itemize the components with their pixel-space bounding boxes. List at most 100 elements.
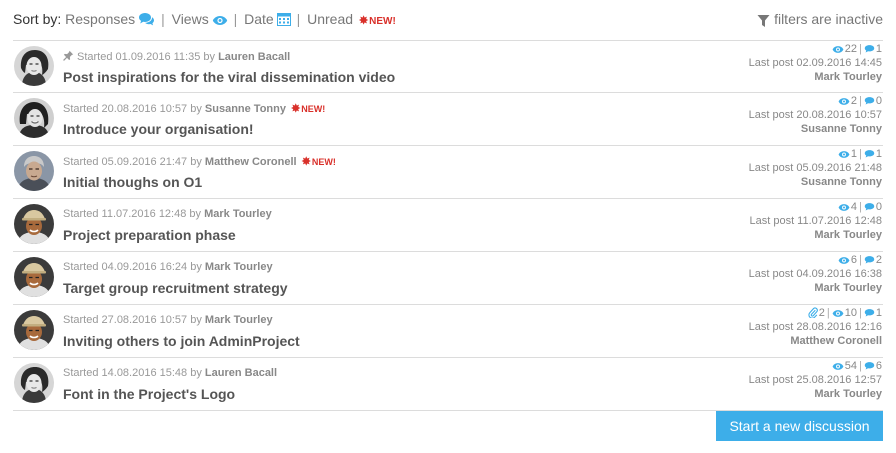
thread-list: Started 01.09.2016 11:35 by Lauren Bacal…: [13, 40, 883, 411]
stats-separator: |: [859, 201, 862, 213]
thread-author[interactable]: Lauren Bacall: [218, 51, 290, 63]
thread-stats: 54 | 6: [749, 359, 882, 373]
reply-count: 1: [875, 43, 882, 55]
sort-date-label: Date: [244, 11, 274, 27]
last-post-date: Last post 28.08.2016 12:16: [748, 321, 882, 333]
stats-separator: |: [859, 43, 862, 55]
view-count: 6: [850, 254, 858, 266]
new-badge-text: NEW!: [369, 16, 396, 27]
comment-icon: [864, 148, 876, 160]
thread-author[interactable]: Susanne Tonny: [205, 103, 286, 115]
view-count: 2: [850, 95, 858, 107]
view-count: 1: [850, 148, 858, 160]
thread-row[interactable]: Started 04.09.2016 16:24 by Mark Tourley…: [13, 252, 883, 305]
avatar[interactable]: [14, 204, 54, 244]
stats-separator: |: [859, 95, 862, 107]
stats-separator: |: [859, 148, 862, 160]
started-text: Started 27.08.2016 10:57 by: [63, 314, 202, 326]
started-text: Started 01.09.2016 11:35 by: [77, 51, 216, 63]
reply-count: 1: [875, 148, 882, 160]
avatar[interactable]: [14, 46, 54, 86]
sort-separator: |: [233, 11, 238, 27]
sort-separator: |: [296, 11, 301, 27]
thread-activity: 54 | 6 Last post 25.08.2016 12:57 Mark Tourl…: [749, 359, 882, 401]
start-new-discussion-button[interactable]: Start a new discussion: [716, 411, 883, 441]
thread-activity: 2 | 0 Last post 20.08.2016 10:57 Susanne Ton…: [749, 94, 882, 136]
last-post-date: Last post 04.09.2016 16:38: [748, 268, 882, 280]
thread-author[interactable]: Mark Tourley: [205, 261, 273, 273]
last-post-author[interactable]: Mark Tourley: [749, 228, 882, 242]
eye-icon: [838, 95, 851, 107]
thread-title[interactable]: Initial thoughs on O1: [63, 174, 202, 190]
thread-meta: Started 11.07.2016 12:48 by Mark Tourley: [63, 208, 272, 220]
reply-count: 1: [875, 307, 882, 319]
avatar[interactable]: [14, 151, 54, 191]
last-post-author[interactable]: Susanne Tonny: [749, 175, 882, 189]
thread-title[interactable]: Introduce your organisation!: [63, 121, 254, 137]
sort-by-date[interactable]: Date: [244, 11, 294, 27]
sort-by-views[interactable]: Views: [172, 11, 232, 27]
thread-author[interactable]: Mark Tourley: [204, 208, 272, 220]
thread-row[interactable]: Started 27.08.2016 10:57 by Mark Tourley…: [13, 305, 883, 358]
started-text: Started 11.07.2016 12:48 by: [63, 208, 202, 220]
last-post-author[interactable]: Mark Tourley: [749, 70, 882, 84]
thread-stats: 2 | 0: [749, 94, 882, 108]
thread-stats: 2 | 10 | 1: [749, 306, 882, 320]
thread-activity: 2 | 10 | 1 Last post 28.08.2016 12:16 Matthew …: [749, 306, 882, 348]
new-star-icon: ✸: [358, 15, 369, 27]
view-count: 10: [844, 307, 858, 319]
thread-title[interactable]: Inviting others to join AdminProject: [63, 333, 300, 349]
comment-icon: [864, 254, 876, 266]
filters-toggle[interactable]: filters are inactive: [754, 11, 883, 29]
thread-title[interactable]: Target group recruitment strategy: [63, 280, 288, 296]
new-badge: ✸NEW!: [301, 156, 336, 168]
sort-responses-label: Responses: [65, 11, 136, 27]
attachment-icon: [808, 307, 819, 319]
last-post-author[interactable]: Mark Tourley: [749, 281, 882, 295]
last-post-author[interactable]: Susanne Tonny: [749, 122, 882, 136]
thread-meta: Started 27.08.2016 10:57 by Mark Tourley: [63, 314, 273, 326]
last-post-date: Last post 20.08.2016 10:57: [748, 109, 882, 121]
last-post-author[interactable]: Matthew Coronell: [749, 334, 882, 348]
last-post-author[interactable]: Mark Tourley: [749, 387, 882, 401]
thread-author[interactable]: Lauren Bacall: [205, 367, 277, 379]
thread-row[interactable]: Started 14.08.2016 15:48 by Lauren Bacal…: [13, 358, 883, 411]
started-text: Started 14.08.2016 15:48 by: [63, 367, 202, 379]
avatar[interactable]: [14, 257, 54, 297]
thread-title[interactable]: Font in the Project's Logo: [63, 386, 235, 402]
eye-icon: [832, 307, 845, 319]
thread-activity: 4 | 0 Last post 11.07.2016 12:48 Mark Tourle…: [749, 200, 882, 242]
thread-row[interactable]: Started 05.09.2016 21:47 by Matthew Coro…: [13, 146, 883, 199]
started-text: Started 20.08.2016 10:57 by: [63, 103, 202, 115]
new-star-icon: ✸: [301, 156, 311, 168]
thread-author[interactable]: Mark Tourley: [205, 314, 273, 326]
thread-row[interactable]: Started 01.09.2016 11:35 by Lauren Bacal…: [13, 40, 883, 93]
thread-meta: Started 01.09.2016 11:35 by Lauren Bacal…: [63, 50, 290, 64]
eye-icon: [838, 148, 851, 160]
sort-by-unread[interactable]: Unread ✸NEW!: [307, 11, 396, 27]
reply-count: 2: [875, 254, 882, 266]
new-badge-text: NEW!: [301, 104, 326, 114]
started-text: Started 04.09.2016 16:24 by: [63, 261, 202, 273]
sort-unread-label: Unread: [307, 11, 354, 27]
sort-by-responses[interactable]: Responses: [65, 11, 159, 27]
avatar[interactable]: [14, 363, 54, 403]
avatar[interactable]: [14, 98, 54, 138]
last-post-date: Last post 25.08.2016 12:57: [748, 374, 882, 386]
thread-author[interactable]: Matthew Coronell: [205, 156, 297, 168]
new-badge: ✸NEW!: [358, 15, 396, 27]
thread-title[interactable]: Project preparation phase: [63, 227, 236, 243]
avatar[interactable]: [14, 310, 54, 350]
stats-separator: |: [859, 307, 862, 319]
eye-icon: [838, 201, 851, 213]
eye-icon: [832, 43, 845, 55]
thread-row[interactable]: Started 11.07.2016 12:48 by Mark Tourley…: [13, 199, 883, 252]
calendar-icon: [276, 12, 291, 29]
pin-icon: [63, 50, 74, 64]
thread-row[interactable]: Started 20.08.2016 10:57 by Susanne Tonn…: [13, 93, 883, 146]
thread-title[interactable]: Post inspirations for the viral dissemin…: [63, 69, 395, 85]
comments-icon: [138, 12, 155, 29]
thread-stats: 6 | 2: [749, 253, 882, 267]
thread-meta: Started 20.08.2016 10:57 by Susanne Tonn…: [63, 102, 325, 115]
view-count: 54: [844, 360, 858, 372]
